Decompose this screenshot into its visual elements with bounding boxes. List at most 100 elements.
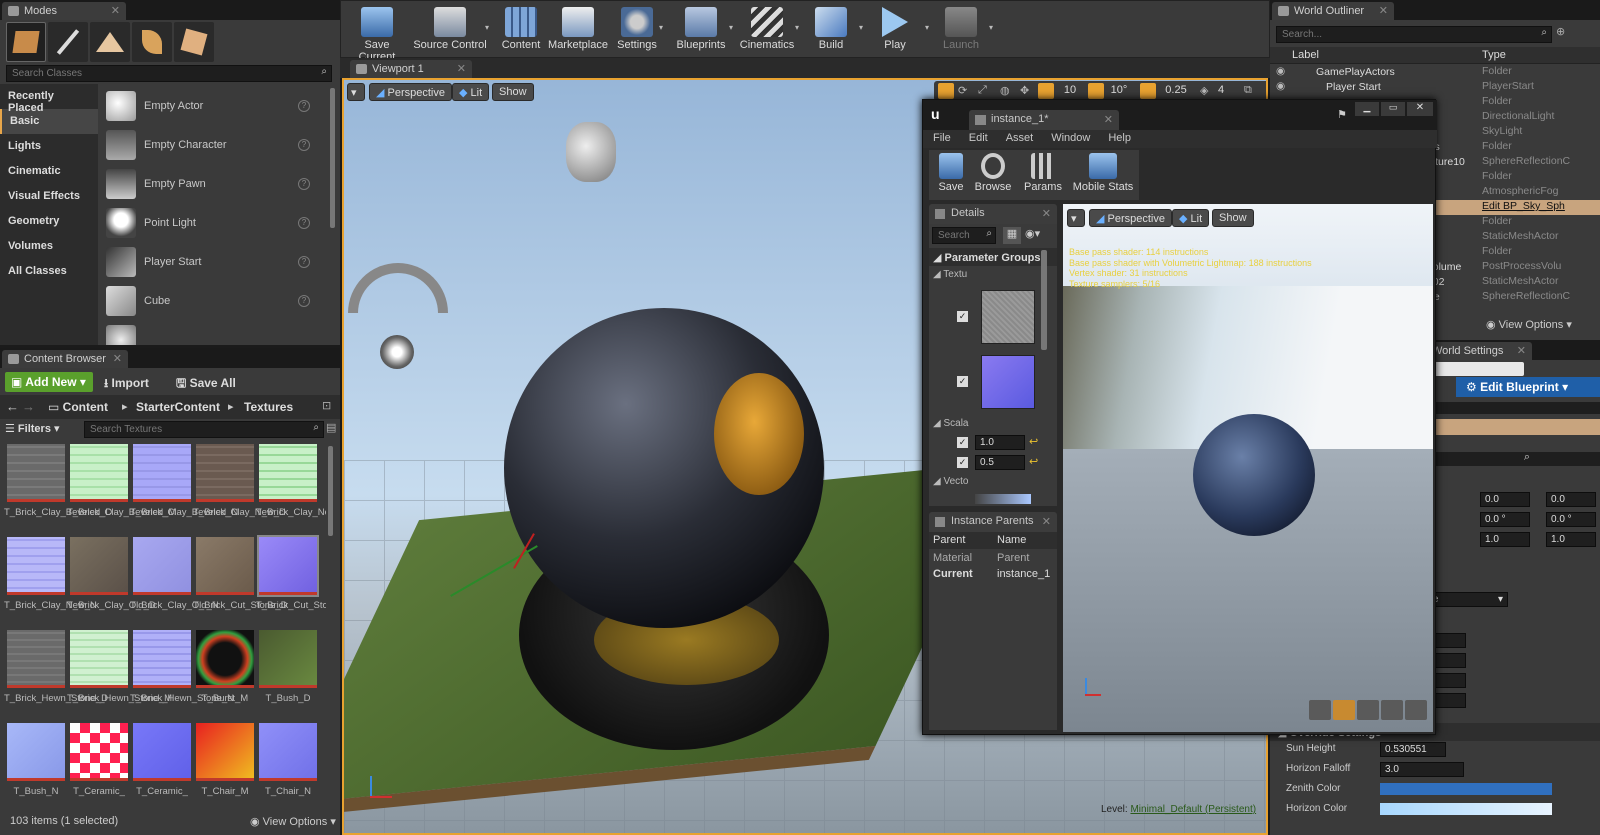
visibility-eye-icon[interactable]: ◉ (1276, 65, 1285, 77)
tab-modes[interactable]: Modes ✕ (2, 2, 126, 20)
scale-y-field[interactable]: 1.0 (1480, 532, 1530, 547)
camera-speed-icon[interactable]: ◈ (1200, 84, 1208, 97)
list-item-point-light[interactable]: Point Light? (100, 203, 328, 242)
plane-icon[interactable] (1357, 700, 1379, 720)
scale-snap-icon[interactable] (1140, 83, 1156, 99)
asset-thumbnail[interactable] (70, 537, 128, 595)
maximize-icon[interactable]: ⧉ (1244, 84, 1252, 97)
vector-group-header[interactable]: ◢ Vecto (933, 476, 969, 487)
asset-thumbnail[interactable] (257, 535, 319, 597)
modes-scrollbar[interactable] (330, 88, 335, 228)
list-item-empty-actor[interactable]: Empty Actor? (100, 86, 328, 125)
camera-speed-value[interactable]: 4 (1218, 84, 1224, 96)
category-cinematic[interactable]: Cinematic (0, 159, 98, 184)
build-button[interactable]: Build (809, 1, 853, 57)
maximize-icon[interactable]: ▭ (1381, 102, 1405, 116)
tab-viewport-1[interactable]: Viewport 1 ✕ (350, 60, 472, 78)
tab-world-outliner[interactable]: World Outliner ✕ (1272, 2, 1394, 20)
chevron-down-icon[interactable]: ▾ (729, 23, 733, 32)
breadcrumb-textures[interactable]: Textures (244, 400, 293, 414)
menu-window[interactable]: Window (1051, 132, 1090, 146)
place-mode-icon[interactable] (6, 22, 46, 62)
lit-button[interactable]: ◆ Lit (452, 83, 490, 101)
cylinder-icon[interactable] (1309, 700, 1331, 720)
add-actor-icon[interactable]: ⊕ (1556, 25, 1565, 38)
viewport-options-button[interactable]: ▾ (347, 83, 365, 101)
chevron-down-icon[interactable]: ▾ (795, 23, 799, 32)
asset-thumbnail[interactable] (133, 537, 191, 595)
rotation-snap-icon[interactable] (1088, 83, 1104, 99)
sun-height-field[interactable]: 0.530551 (1380, 742, 1446, 757)
material-browse-button[interactable]: Browse (973, 150, 1013, 200)
chevron-down-icon[interactable]: ▾ (485, 23, 489, 32)
category-volumes[interactable]: Volumes (0, 234, 98, 259)
asset-thumbnail[interactable] (133, 630, 191, 688)
property-search-input[interactable]: ⌕ (1414, 451, 1600, 466)
zenith-color-swatch[interactable] (1380, 783, 1552, 795)
tab-instance-parents[interactable]: Instance Parents ✕ (929, 512, 1057, 532)
asset-thumbnail[interactable] (133, 723, 191, 781)
scalar-1-field[interactable]: 1.0 (975, 435, 1025, 450)
import-button[interactable]: ⭳ Import (104, 374, 149, 395)
grid-view-icon[interactable]: ▦ (1003, 227, 1021, 244)
back-icon[interactable]: ← (6, 399, 19, 414)
category-visual-effects[interactable]: Visual Effects (0, 184, 98, 209)
source-toggle-icon[interactable]: ▤ (326, 421, 336, 437)
audio-speaker-icon[interactable] (566, 122, 616, 182)
grid-snap-icon[interactable] (1038, 83, 1054, 99)
close-icon[interactable]: ✕ (1042, 515, 1051, 528)
rotation-snap-value[interactable]: 10° (1106, 84, 1132, 96)
pin-icon[interactable]: ⚑ (1337, 108, 1347, 121)
asset-thumbnail[interactable] (7, 537, 65, 595)
edit-blueprint-button[interactable]: ⚙ Edit Blueprint ▾ (1456, 377, 1600, 397)
landscape-mode-icon[interactable] (90, 22, 130, 62)
tab-instance-1[interactable]: instance_1* ✕ (969, 110, 1119, 130)
blueprints-button[interactable]: Blueprints (671, 1, 731, 57)
asset-thumbnail[interactable] (196, 723, 254, 781)
close-icon[interactable]: ✕ (457, 62, 466, 75)
texture-2-checkbox[interactable]: ✓ (957, 376, 968, 387)
perspective-button[interactable]: ◢ Perspective (369, 83, 452, 101)
location-z-field[interactable]: 0.0 (1546, 492, 1596, 507)
world-icon[interactable]: ◍ (1000, 84, 1010, 97)
launch-button[interactable]: Launch (937, 1, 985, 57)
outliner-view-options-button[interactable]: ◉ View Options ▾ (1486, 318, 1572, 331)
asset-thumbnail[interactable] (259, 723, 317, 781)
asset-scrollbar[interactable] (328, 446, 333, 536)
location-y-field[interactable]: 0.0 (1480, 492, 1530, 507)
category-all-classes[interactable]: All Classes (0, 259, 98, 284)
eye-icon[interactable]: ◉▾ (1025, 227, 1040, 240)
outliner-row[interactable]: ◉ Player Start PlayerStart (1270, 80, 1600, 95)
vector-color-swatch[interactable] (975, 494, 1031, 504)
chevron-down-icon[interactable]: ▾ (925, 23, 929, 32)
translate-icon[interactable] (938, 83, 954, 99)
help-icon[interactable]: ? (298, 177, 310, 190)
close-icon[interactable]: ✕ (1517, 344, 1526, 357)
scalar-2-checkbox[interactable]: ✓ (957, 457, 968, 468)
category-lights[interactable]: Lights (0, 134, 98, 159)
help-icon[interactable]: ? (298, 255, 310, 268)
table-row[interactable]: Material Parent (929, 552, 1057, 567)
preview-perspective-button[interactable]: ◢ Perspective (1089, 209, 1172, 227)
asset-thumbnail[interactable] (70, 444, 128, 502)
surface-snap-icon[interactable]: ✥ (1020, 84, 1029, 97)
texture-group-header[interactable]: ◢ Textu (933, 269, 967, 280)
texture-1-checkbox[interactable]: ✓ (957, 311, 968, 322)
visibility-eye-icon[interactable]: ◉ (1276, 80, 1285, 92)
content-button[interactable]: Content (499, 1, 543, 57)
horizon-falloff-field[interactable]: 3.0 (1380, 762, 1464, 777)
close-icon[interactable]: ✕ (1042, 207, 1051, 220)
scale-icon[interactable]: ⤢ (978, 84, 987, 97)
close-icon[interactable]: ✕ (1379, 4, 1388, 17)
help-icon[interactable]: ? (298, 138, 310, 151)
material-save-button[interactable]: Save (933, 150, 969, 200)
table-row[interactable]: Current instance_1 (929, 568, 1057, 583)
close-window-icon[interactable]: ✕ (1407, 102, 1433, 116)
category-recently-placed[interactable]: Recently Placed (0, 84, 98, 114)
scalar-group-header[interactable]: ◢ Scala (933, 418, 968, 429)
reset-icon[interactable]: ↩ (1029, 435, 1038, 448)
spotlight-cone-icon[interactable] (348, 263, 448, 313)
details-scrollbar[interactable] (1041, 250, 1047, 350)
chevron-down-icon[interactable]: ▾ (659, 23, 663, 32)
label-column-header[interactable]: Label (1292, 49, 1319, 61)
